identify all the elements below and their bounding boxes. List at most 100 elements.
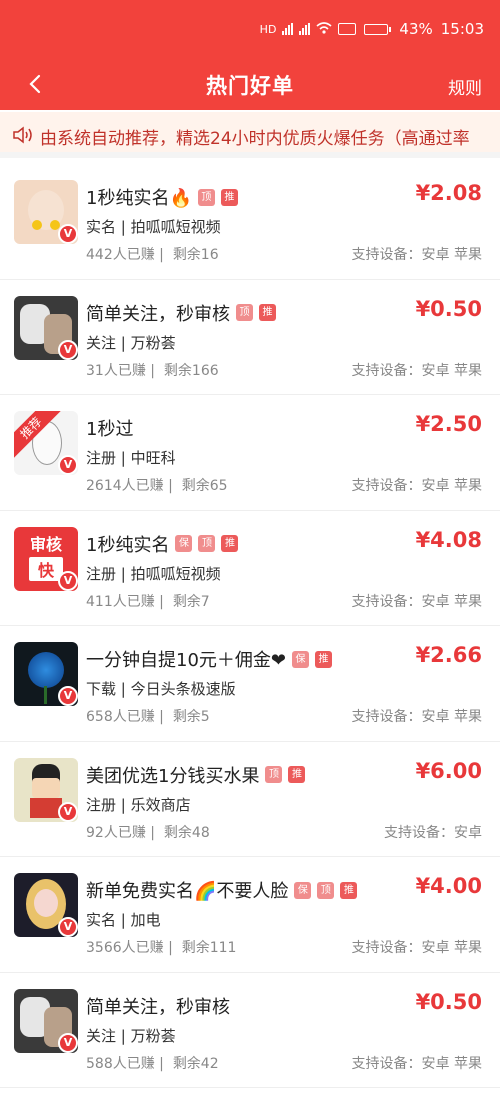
task-stats: 658人已赚 | 剩余5 (86, 709, 210, 725)
task-title-text: 1秒纯实名🔥 (86, 188, 192, 209)
tag-badge: 推 (288, 766, 306, 783)
notice-text: 由系统自动推荐，精选24小时内优质火爆任务（高通过率 (40, 129, 470, 149)
task-row[interactable]: V 简单关注，秒审核 关注 | 万粉荟 588人已赚 | 剩余42 ¥0.50 … (0, 973, 500, 1088)
hd-icon: HD (259, 22, 277, 36)
task-earned: 442人已赚 (86, 247, 155, 263)
tag-badge: 顶 (265, 766, 283, 783)
task-earned: 411人已赚 (86, 593, 155, 610)
verified-v-icon: V (58, 801, 78, 822)
task-price: ¥6.00 (415, 758, 482, 783)
tag-badge: 保 (294, 881, 312, 899)
speaker-icon (12, 125, 34, 145)
battery-icon (364, 23, 392, 35)
verified-v-icon: V (58, 1032, 78, 1053)
task-category: 关注 | 万粉荟 (86, 1026, 176, 1045)
task-title: 1秒纯实名🔥 顶推 (86, 184, 238, 210)
tag-badge: 推 (220, 188, 238, 206)
task-category: 实名 | 加电 (86, 911, 161, 929)
tag-badge: 顶 (236, 304, 253, 321)
task-row[interactable]: V 简单关注，秒审核顶推 关注 | 万粉荟 31人已赚 | 剩余166 ¥0.5… (0, 280, 500, 395)
task-type: 下载 (86, 680, 117, 698)
task-price: ¥4.08 (415, 527, 482, 552)
task-category: 注册 | 拍呱呱短视频 (86, 564, 221, 583)
task-type: 关注 (86, 333, 117, 352)
task-remain: 剩余5 (172, 709, 210, 725)
task-stats: 442人已赚 | 剩余16 (86, 247, 219, 263)
wifi-icon (316, 21, 332, 37)
tag-badge: 推 (340, 881, 358, 899)
task-title-text: 新单免费实名🌈不要人脸 (86, 881, 289, 902)
tag-badge: 保 (292, 650, 309, 668)
task-app: 中旺科 (130, 449, 176, 467)
tag-badge: 推 (315, 650, 332, 668)
task-stats: 2614人已赚 | 剩余65 (86, 478, 228, 494)
rules-link[interactable]: 规则 (448, 74, 482, 99)
tag-badge: 顶 (198, 535, 216, 552)
tag-badge: 推 (221, 535, 239, 552)
logo-text-1: 审核 (29, 534, 62, 554)
status-icons: HD (259, 21, 357, 37)
task-earned: 92人已赚 (86, 824, 146, 841)
task-earned: 588人已赚 (86, 1055, 155, 1072)
signal-icon (282, 23, 294, 35)
task-device: 支持设备：安卓 苹果 (351, 362, 482, 379)
task-device: 支持设备：安卓 苹果 (351, 478, 482, 494)
task-remain: 剩余42 (172, 1055, 219, 1072)
task-row[interactable]: V 新单免费实名🌈不要人脸保顶推 实名 | 加电 3566人已赚 | 剩余111… (0, 857, 500, 973)
nav-bar: 热门好单 规则 (0, 62, 500, 108)
task-title: 简单关注，秒审核 (86, 993, 230, 1019)
task-app: 加电 (130, 911, 161, 929)
task-category: 实名 | 拍呱呱短视频 (86, 218, 221, 236)
task-earned: 658人已赚 (86, 709, 155, 725)
task-title-text: 美团优选1分钱买水果 (86, 765, 260, 787)
status-bar: HD 43% 15:03 (260, 20, 484, 38)
task-row[interactable]: 推荐 V 1秒过 注册 | 中旺科 2614人已赚 | 剩余65 ¥2.50 支… (0, 395, 500, 511)
task-remain: 剩余7 (172, 593, 210, 610)
tag-badge: 保 (175, 535, 193, 552)
page-title: 热门好单 (206, 74, 294, 98)
task-remain: 剩余166 (163, 362, 219, 379)
verified-v-icon: V (58, 570, 78, 591)
task-stats: 3566人已赚 | 剩余111 (86, 940, 237, 956)
task-app: 万粉荟 (130, 333, 176, 352)
task-app: 拍呱呱短视频 (130, 564, 221, 583)
task-remain: 剩余111 (181, 940, 237, 956)
task-category: 注册 | 中旺科 (86, 449, 176, 467)
task-title: 新单免费实名🌈不要人脸保顶推 (86, 877, 358, 903)
task-stats: 31人已赚 | 剩余166 (86, 362, 219, 379)
task-row[interactable]: 审核快 V 1秒纯实名保顶推 注册 | 拍呱呱短视频 411人已赚 | 剩余7 … (0, 511, 500, 626)
nfc-icon (338, 23, 357, 35)
task-row[interactable]: V 美团优选1分钱买水果顶推 注册 | 乐效商店 92人已赚 | 剩余48 ¥6… (0, 742, 500, 857)
task-device: 支持设备：安卓 (384, 824, 482, 841)
task-app: 万粉荟 (130, 1026, 176, 1045)
task-price: ¥0.50 (415, 296, 482, 321)
task-type: 实名 (86, 911, 117, 929)
task-row[interactable]: V 1秒纯实名🔥 顶推 实名 | 拍呱呱短视频 442人已赚 | 剩余16 ¥2.… (0, 164, 500, 280)
task-remain: 剩余16 (172, 247, 219, 263)
tag-badge: 顶 (317, 881, 335, 899)
task-device: 支持设备：安卓 苹果 (351, 593, 482, 610)
tag-badge: 顶 (197, 188, 215, 206)
clock: 15:03 (440, 20, 484, 38)
task-type: 注册 (86, 795, 117, 814)
task-earned: 31人已赚 (86, 362, 146, 379)
battery-percent: 43% (399, 20, 433, 38)
verified-v-icon: V (58, 455, 78, 475)
task-earned: 3566人已赚 (86, 940, 164, 956)
verified-v-icon: V (58, 917, 78, 937)
task-device: 支持设备：安卓 苹果 (351, 247, 482, 263)
task-type: 注册 (86, 449, 117, 467)
task-device: 支持设备：安卓 苹果 (351, 709, 482, 725)
task-price: ¥0.50 (415, 989, 482, 1014)
task-app: 今日头条极速版 (130, 680, 236, 698)
task-title-text: 一分钟自提10元＋佣金❤ (86, 650, 286, 671)
task-row[interactable]: V 一分钟自提10元＋佣金❤ 保推 下载 | 今日头条极速版 658人已赚 | 剩… (0, 626, 500, 742)
task-device: 支持设备：安卓 苹果 (351, 940, 482, 956)
task-price: ¥2.50 (415, 412, 482, 436)
task-price: ¥2.66 (415, 643, 482, 667)
task-remain: 剩余65 (181, 478, 228, 494)
verified-v-icon: V (58, 686, 78, 706)
task-stats: 588人已赚 | 剩余42 (86, 1055, 219, 1072)
task-category: 注册 | 乐效商店 (86, 795, 191, 814)
task-stats: 411人已赚 | 剩余7 (86, 593, 210, 610)
